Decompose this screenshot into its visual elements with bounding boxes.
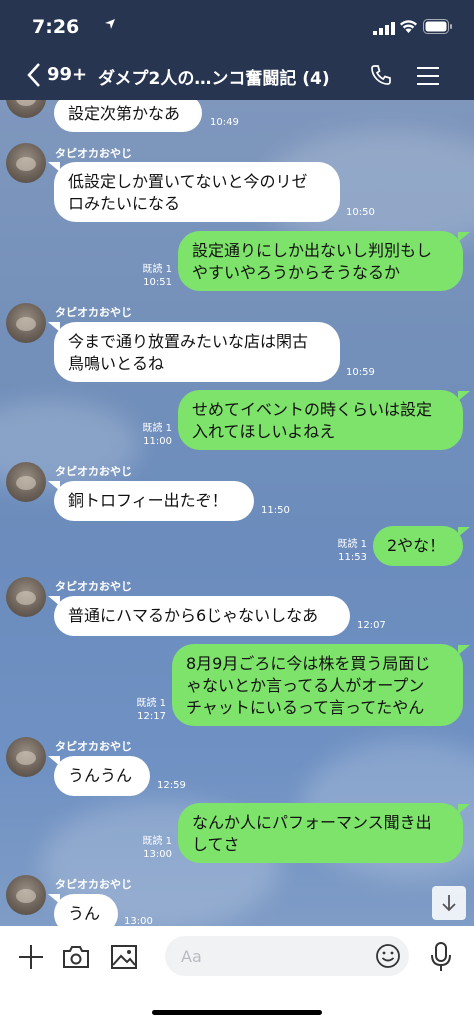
sent-message[interactable]: せめてイベントの時くらいは設定 入れてほしいよねえ bbox=[178, 390, 463, 450]
battery-icon bbox=[423, 19, 452, 34]
message-text: ゃないとか言ってる人がオープン bbox=[186, 676, 425, 695]
message-text: してさ bbox=[192, 835, 240, 854]
chat-title[interactable]: ダメプ2人の…ンコ奮闘記 (4) bbox=[98, 64, 330, 89]
message-text: 今まで通り放置みたいな店は閑古 bbox=[68, 332, 309, 351]
bubble-tail bbox=[458, 232, 470, 242]
location-arrow-icon bbox=[105, 19, 115, 29]
plus-icon[interactable] bbox=[17, 943, 45, 971]
wifi-icon bbox=[400, 20, 417, 33]
message-text: 設定次第かなあ bbox=[68, 104, 181, 123]
message-time: 11:53 bbox=[338, 552, 367, 563]
message-time: 12:17 bbox=[137, 711, 166, 722]
composer-bar: Aa bbox=[0, 926, 474, 1024]
read-receipt: 既読 1 bbox=[142, 423, 172, 434]
message-text: 鳥鳴いとるね bbox=[68, 354, 165, 373]
read-receipt: 既読 1 bbox=[337, 539, 367, 550]
back-chevron-icon[interactable] bbox=[26, 62, 42, 88]
status-bar: 7:26 bbox=[0, 0, 474, 52]
arrow-down-icon bbox=[442, 895, 456, 912]
emoji-icon[interactable] bbox=[375, 943, 401, 969]
sent-message[interactable]: 設定通りにしか出ないし判別もし やすいやろうからそうなるか bbox=[178, 231, 463, 291]
sender-name: タピオカおやじ bbox=[55, 580, 132, 593]
bubble-tail bbox=[458, 804, 470, 814]
sent-message[interactable]: 2やな！ bbox=[373, 526, 463, 566]
message-text: うんうん bbox=[68, 766, 133, 785]
received-message[interactable]: 今まで通り放置みたいな店は閑古 鳥鳴いとるね bbox=[54, 322, 340, 382]
message-time: 12:07 bbox=[357, 620, 386, 631]
message-input[interactable]: Aa bbox=[165, 936, 409, 976]
message-time: 10:50 bbox=[346, 207, 375, 218]
received-message[interactable]: 普通にハマるから6じゃないしなあ bbox=[54, 596, 350, 636]
sender-name: タピオカおやじ bbox=[55, 465, 132, 478]
status-time: 7:26 bbox=[32, 16, 80, 38]
sender-name: タピオカおやじ bbox=[55, 740, 132, 753]
phone-icon[interactable] bbox=[369, 63, 393, 87]
sender-name: タピオカおやじ bbox=[55, 306, 132, 319]
home-indicator bbox=[152, 1010, 322, 1015]
avatar[interactable] bbox=[6, 462, 46, 502]
avatar[interactable] bbox=[6, 577, 46, 617]
scroll-to-bottom-button[interactable] bbox=[432, 886, 466, 920]
message-text: チャットにいるって言ってたやん bbox=[186, 698, 425, 717]
message-text: 設定通りにしか出ないし判別もし bbox=[192, 241, 433, 260]
sent-message[interactable]: なんか人にパフォーマンス聞き出 してさ bbox=[178, 803, 463, 863]
read-receipt: 既読 1 bbox=[136, 698, 166, 709]
avatar[interactable] bbox=[6, 737, 46, 777]
bubble-tail bbox=[458, 391, 470, 401]
message-text: 低設定しか置いてないと今のリゼ bbox=[68, 172, 308, 191]
microphone-icon[interactable] bbox=[429, 941, 453, 973]
menu-icon[interactable] bbox=[416, 66, 440, 86]
received-message[interactable]: 低設定しか置いてないと今のリゼ ロみたいになる bbox=[54, 162, 340, 222]
message-text: せめてイベントの時くらいは設定 bbox=[192, 400, 433, 419]
message-time: 11:50 bbox=[261, 505, 290, 516]
message-text: 普通にハマるから6じゃないしなあ bbox=[68, 606, 319, 625]
message-text: うん bbox=[68, 904, 101, 923]
avatar[interactable] bbox=[6, 303, 46, 343]
message-time: 10:49 bbox=[210, 117, 239, 128]
read-receipt: 既読 1 bbox=[142, 264, 172, 275]
message-list[interactable]: 設定次第かなあ 10:49 タピオカおやじ 低設定しか置いてないと今のリゼ ロみ… bbox=[0, 100, 474, 926]
message-time: 13:00 bbox=[124, 916, 153, 926]
message-text: なんか人にパフォーマンス聞き出 bbox=[192, 813, 432, 832]
message-time: 10:51 bbox=[143, 277, 172, 288]
image-icon[interactable] bbox=[110, 944, 138, 970]
bubble-tail bbox=[458, 527, 470, 537]
received-message[interactable]: うん bbox=[54, 894, 118, 926]
received-message[interactable]: 銅トロフィー出たぞ！ bbox=[54, 481, 254, 521]
read-receipt: 既読 1 bbox=[142, 836, 172, 847]
message-text: 銅トロフィー出たぞ！ bbox=[68, 491, 228, 510]
sender-name: タピオカおやじ bbox=[55, 147, 132, 160]
message-text: 8月9月ごろに今は株を買う局面じ bbox=[186, 654, 431, 673]
sender-name: タピオカおやじ bbox=[55, 878, 132, 891]
message-time: 11:00 bbox=[143, 436, 172, 447]
message-input-placeholder: Aa bbox=[181, 947, 202, 966]
message-time: 12:59 bbox=[157, 780, 186, 791]
message-text: ロみたいになる bbox=[68, 194, 181, 213]
message-time: 13:00 bbox=[143, 849, 172, 860]
received-message[interactable]: うんうん bbox=[54, 756, 150, 796]
message-time: 10:59 bbox=[346, 367, 375, 378]
camera-icon[interactable] bbox=[62, 944, 90, 970]
cellular-signal-icon bbox=[373, 22, 395, 35]
avatar[interactable] bbox=[6, 143, 46, 183]
unread-count[interactable]: 99+ bbox=[47, 64, 87, 85]
received-message[interactable]: 設定次第かなあ bbox=[54, 100, 202, 132]
avatar[interactable] bbox=[6, 875, 46, 915]
chat-header: 99+ ダメプ2人の…ンコ奮闘記 (4) bbox=[0, 52, 474, 100]
bubble-tail bbox=[458, 645, 470, 655]
message-text: 入れてほしいよねえ bbox=[192, 422, 336, 441]
avatar[interactable] bbox=[6, 100, 46, 118]
message-text: 2やな！ bbox=[387, 536, 446, 555]
sent-message[interactable]: 8月9月ごろに今は株を買う局面じ ゃないとか言ってる人がオープン チャットにいる… bbox=[172, 644, 463, 726]
message-text: やすいやろうからそうなるか bbox=[192, 263, 401, 282]
